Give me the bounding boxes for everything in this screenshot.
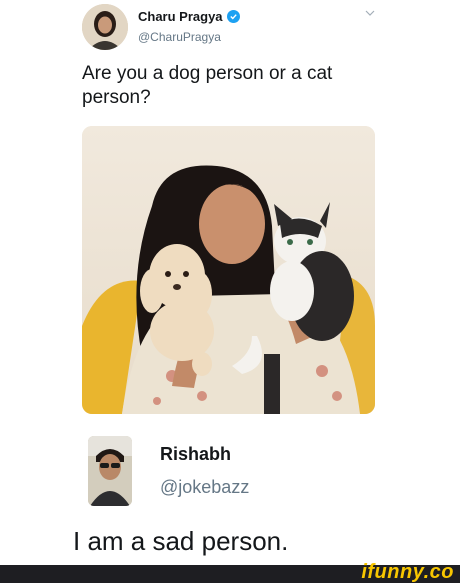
avatar[interactable]	[82, 4, 128, 50]
verified-badge-icon	[226, 10, 240, 23]
reply-text: I am a sad person.	[73, 526, 289, 556]
author-name[interactable]: Charu Pragya	[138, 9, 240, 24]
author-name[interactable]: Rishabh	[160, 444, 231, 465]
brand-logo[interactable]: ifunny.co	[361, 561, 454, 583]
avatar[interactable]	[88, 436, 132, 506]
original-tweet: Charu Pragya @CharuPragya Are you a dog …	[0, 0, 460, 420]
author-handle[interactable]: @jokebazz	[160, 477, 249, 498]
watermark-bar: ifunny.co	[0, 561, 460, 583]
tweet-photo[interactable]	[82, 126, 375, 414]
reply-tweet: Rishabh @jokebazz I am a sad person.	[0, 430, 460, 570]
tweet-text: Are you a dog person or a cat person?	[82, 63, 333, 108]
chevron-down-icon[interactable]	[364, 8, 376, 18]
author-handle[interactable]: @CharuPragya	[138, 30, 221, 44]
